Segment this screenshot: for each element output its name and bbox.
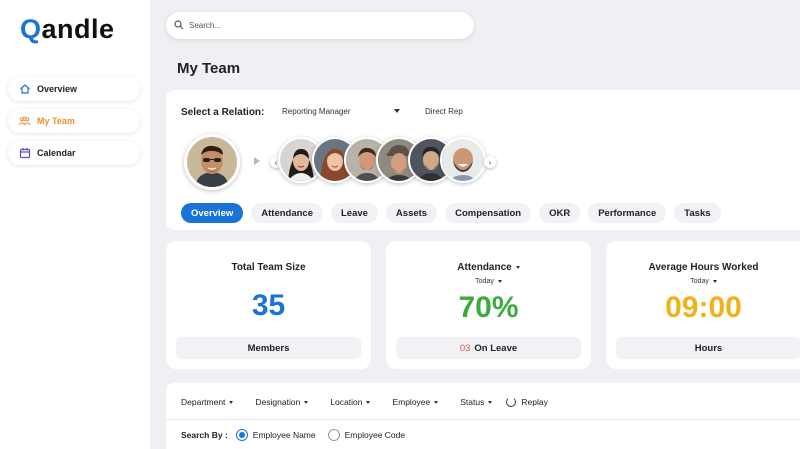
calendar-icon	[18, 147, 31, 160]
filter-location[interactable]: Location	[330, 397, 371, 407]
tab-overview[interactable]: Overview	[181, 203, 244, 223]
chevron-down-icon	[712, 279, 717, 283]
tab-attendance[interactable]: Attendance	[251, 203, 323, 223]
filter-status[interactable]: Status	[460, 397, 493, 407]
qandle-logo[interactable]: Qandle	[20, 14, 115, 45]
tab-tasks[interactable]: Tasks	[674, 203, 721, 223]
team-icon	[18, 115, 31, 128]
home-icon	[18, 83, 31, 96]
section-tabs: Overview Attendance Leave Assets Compens…	[181, 203, 721, 223]
tab-compensation[interactable]: Compensation	[445, 203, 532, 223]
sidebar: Qandle Overview My Team Calendar	[0, 0, 150, 449]
tab-okr[interactable]: OKR	[539, 203, 581, 223]
chevron-down-icon	[488, 400, 493, 404]
team-member-avatar[interactable]	[440, 137, 486, 183]
relation-label: Select a Relation:	[181, 107, 265, 118]
option-employee-name[interactable]: Employee Name	[235, 429, 316, 441]
chevron-down-icon	[497, 279, 502, 283]
card-footer: Hours	[616, 337, 800, 359]
hours-card: Average Hours Worked Today 09:00 Hours	[606, 241, 800, 369]
option-employee-code[interactable]: Employee Code	[327, 429, 405, 441]
filter-department[interactable]: Department	[181, 397, 234, 407]
attendance-dropdown[interactable]: Attendance	[386, 262, 591, 273]
filter-row: Department Designation Location Employee…	[181, 397, 548, 407]
relation-select[interactable]: Reporting Manager	[276, 102, 406, 120]
manager-avatar[interactable]	[184, 134, 240, 190]
replay-icon	[506, 397, 517, 407]
filter-designation[interactable]: Designation	[255, 397, 309, 407]
card-footer: Members	[176, 337, 361, 359]
search-bar[interactable]	[166, 12, 474, 39]
sidebar-item-label: Overview	[37, 84, 78, 94]
tab-assets[interactable]: Assets	[385, 203, 438, 223]
card-title: Total Team Size	[231, 262, 306, 273]
chevron-right-icon[interactable]: ›	[484, 156, 496, 168]
chevron-down-icon	[394, 109, 400, 113]
chevron-down-icon	[366, 400, 371, 404]
team-size-value: 35	[251, 289, 286, 322]
sidebar-item-label: Calendar	[37, 148, 76, 158]
attendance-period-select[interactable]: Today	[386, 278, 591, 285]
on-leave-count: 03	[459, 342, 471, 354]
attendance-card: Attendance Today 70% 03 On Leave	[386, 241, 591, 369]
filter-panel: Department Designation Location Employee…	[166, 383, 800, 449]
radio-button[interactable]	[235, 429, 248, 441]
sidebar-item-label: My Team	[37, 116, 75, 126]
page-title: My Team	[177, 60, 241, 77]
chevron-down-icon	[229, 400, 234, 404]
chevron-down-icon	[515, 265, 520, 269]
search-by-row: Search By : Employee Name Employee Code	[181, 429, 417, 441]
chevron-down-icon	[434, 400, 439, 404]
direct-rep-select[interactable]: Direct Rep	[425, 107, 463, 116]
search-icon	[174, 17, 184, 35]
sidebar-item-overview[interactable]: Overview	[8, 77, 140, 101]
radio-button[interactable]	[327, 429, 340, 441]
team-size-card: Total Team Size 35 Members	[166, 241, 371, 369]
card-title: Average Hours Worked	[648, 262, 759, 273]
card-footer: 03 On Leave	[396, 337, 581, 359]
arrow-right-icon	[254, 157, 260, 165]
hours-period-select[interactable]: Today	[606, 278, 800, 285]
sidebar-item-my-team[interactable]: My Team	[8, 109, 140, 133]
on-leave-label: On Leave	[474, 342, 518, 354]
tab-leave[interactable]: Leave	[330, 203, 378, 223]
tab-performance[interactable]: Performance	[588, 203, 667, 223]
attendance-value: 70%	[458, 291, 519, 324]
search-by-label: Search By :	[181, 430, 228, 440]
sidebar-item-calendar[interactable]: Calendar	[8, 141, 140, 165]
search-input[interactable]	[189, 21, 449, 30]
filter-employee[interactable]: Employee	[392, 397, 439, 407]
chevron-down-icon	[304, 400, 309, 404]
hours-value: 09:00	[665, 291, 742, 324]
divider	[166, 419, 800, 420]
replay-button[interactable]: Replay	[506, 397, 548, 407]
relation-select-value: Reporting Manager	[282, 106, 351, 116]
team-panel: Select a Relation: Reporting Manager Dir…	[166, 90, 800, 230]
